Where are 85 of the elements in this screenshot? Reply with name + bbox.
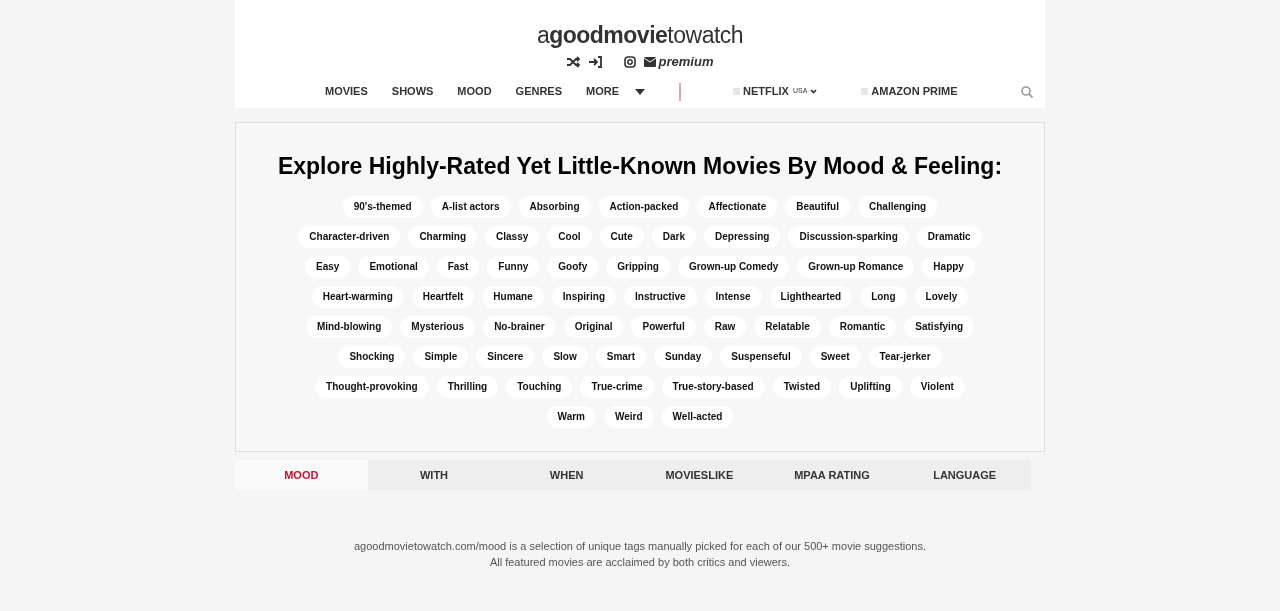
- mood-tag[interactable]: Affectionate: [697, 195, 778, 218]
- mood-tag[interactable]: Uplifting: [839, 375, 902, 398]
- page-heading: Explore Highly-Rated Yet Little-Known Movies By Mood & Feeling:: [277, 152, 1003, 181]
- footer-text: All featured movies are acclaimed by both critics and viewers.: [489, 555, 791, 570]
- nav-link[interactable]: MOVIES: [325, 83, 368, 100]
- mood-tag[interactable]: True-story-based: [661, 375, 765, 398]
- checkbox[interactable]: [733, 88, 741, 95]
- mood-tag[interactable]: 90's-themed: [342, 195, 423, 218]
- mood-tag[interactable]: Relatable: [754, 315, 821, 338]
- mood-tag[interactable]: Slow: [542, 345, 588, 368]
- mood-tag[interactable]: Smart: [595, 345, 647, 368]
- mood-tag[interactable]: Heartfelt: [411, 285, 475, 308]
- mood-tag[interactable]: Violent: [909, 375, 965, 398]
- mood-tag[interactable]: Dramatic: [916, 225, 982, 248]
- mood-tag[interactable]: Lovely: [914, 285, 969, 308]
- mood-tag[interactable]: Absorbing: [518, 195, 591, 218]
- mood-tag[interactable]: Funny: [487, 255, 540, 278]
- mood-tag[interactable]: Beautiful: [785, 195, 850, 218]
- mood-tag[interactable]: Thrilling: [436, 375, 499, 398]
- mood-tag[interactable]: Raw: [703, 315, 747, 338]
- mood-tag[interactable]: Emotional: [358, 255, 429, 278]
- mood-tag[interactable]: Action-packed: [598, 195, 690, 218]
- mood-tag[interactable]: No-brainer: [483, 315, 556, 338]
- nav-link[interactable]: GENRES: [515, 83, 563, 100]
- mood-tag[interactable]: Discussion-sparking: [788, 225, 909, 248]
- mood-tag[interactable]: Satisfying: [904, 315, 975, 338]
- mood-tag[interactable]: True-crime: [580, 375, 654, 398]
- mood-tag[interactable]: Inspiring: [551, 285, 616, 308]
- mood-tag[interactable]: Shocking: [338, 345, 406, 368]
- footer-text: agoodmovietowatch.com/mood is a selection of unique tags manually picked for each of our 500+ movie suggestions.: [354, 539, 926, 554]
- mood-tag[interactable]: Character-driven: [298, 225, 401, 248]
- search-icon[interactable]: [1021, 85, 1033, 98]
- mood-tag[interactable]: Grown-up Romance: [797, 255, 915, 278]
- mood-tag[interactable]: Fast: [436, 255, 480, 278]
- mood-tag[interactable]: Touching: [506, 375, 573, 398]
- mood-tag[interactable]: Long: [860, 285, 907, 308]
- mood-tag[interactable]: Charming: [408, 225, 478, 248]
- mood-tag[interactable]: Classy: [485, 225, 540, 248]
- mood-tag[interactable]: Easy: [305, 255, 351, 278]
- mood-tag[interactable]: Challenging: [858, 195, 938, 218]
- instagram-icon[interactable]: [623, 55, 636, 68]
- mood-tag[interactable]: Cute: [599, 225, 644, 248]
- premium-link[interactable]: premium: [658, 52, 714, 72]
- mood-tag[interactable]: Intense: [704, 285, 762, 308]
- mood-tag[interactable]: Twisted: [772, 375, 832, 398]
- mood-tag[interactable]: Original: [563, 315, 624, 338]
- mood-tag[interactable]: Heart-warming: [311, 285, 404, 308]
- envelope-icon[interactable]: [643, 56, 656, 67]
- mood-tag[interactable]: Depressing: [704, 225, 781, 248]
- nav-link[interactable]: MORE: [586, 83, 620, 100]
- checkbox[interactable]: [861, 88, 869, 95]
- nav-link[interactable]: MOOD: [457, 83, 492, 100]
- mood-tag[interactable]: Warm: [546, 405, 596, 428]
- mood-tag[interactable]: Suspenseful: [720, 345, 802, 368]
- sign-in-icon[interactable]: [588, 55, 602, 68]
- nav-link[interactable]: SHOWS: [391, 83, 434, 100]
- mood-tag[interactable]: Sweet: [809, 345, 861, 368]
- mood-tag[interactable]: A-list actors: [430, 195, 511, 218]
- mood-tag[interactable]: Sunday: [654, 345, 713, 368]
- mood-tag[interactable]: Simple: [413, 345, 469, 368]
- tab[interactable]: MOOD: [235, 460, 368, 490]
- caret-icon[interactable]: [635, 88, 646, 95]
- mood-tag[interactable]: Gripping: [606, 255, 670, 278]
- mood-tag[interactable]: Weird: [604, 405, 654, 428]
- mood-tag[interactable]: Happy: [922, 255, 975, 278]
- service-label[interactable]: AMAZON PRIME: [871, 83, 958, 100]
- mood-tag[interactable]: Humane: [482, 285, 544, 308]
- mood-tag[interactable]: Sincere: [476, 345, 535, 368]
- mood-tag[interactable]: Lighthearted: [769, 285, 853, 308]
- mood-tag[interactable]: Grown-up Comedy: [677, 255, 790, 278]
- mood-tag[interactable]: Tear-jerker: [868, 345, 942, 368]
- shuffle-icon[interactable]: [566, 55, 581, 68]
- mood-tag[interactable]: Goofy: [547, 255, 599, 278]
- mood-tag[interactable]: Dark: [651, 225, 696, 248]
- mood-tag[interactable]: Powerful: [631, 315, 696, 338]
- mood-tag[interactable]: Instructive: [624, 285, 697, 308]
- mood-tag[interactable]: Mind-blowing: [305, 315, 393, 338]
- mood-tag[interactable]: Well-acted: [661, 405, 734, 428]
- mood-tag[interactable]: Romantic: [828, 315, 897, 338]
- mood-tag[interactable]: Mysterious: [400, 315, 476, 338]
- mood-tag[interactable]: Cool: [547, 225, 592, 248]
- service-label[interactable]: NETFLIX: [743, 83, 789, 100]
- chevron-down-icon[interactable]: [810, 89, 818, 94]
- mood-tag[interactable]: Thought-provoking: [315, 375, 429, 398]
- site-logo[interactable]: agoodmovietowatch: [536, 20, 744, 50]
